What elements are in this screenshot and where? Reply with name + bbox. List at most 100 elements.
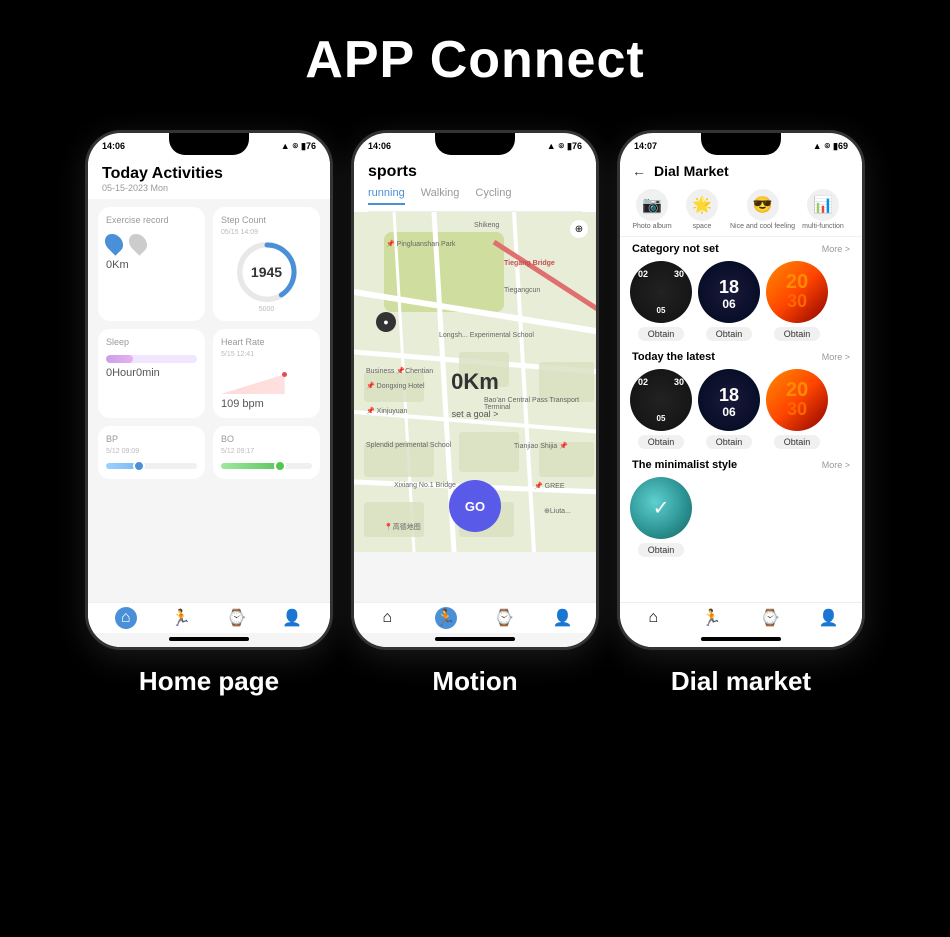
space-label: space <box>693 223 712 230</box>
obtain-btn-1-2[interactable]: Obtain <box>706 327 753 341</box>
home-nav: ⌂ 🏃 ⌚ 👤 <box>88 602 330 633</box>
label-dongxing: 📌 Dongxing Hotel <box>366 382 425 390</box>
status-time-motion: 14:06 <box>368 141 391 151</box>
phones-row: 14:06 ▲ ⌾ ▮76 Today Activities 05-15-202… <box>85 130 865 697</box>
tab-cycling[interactable]: Cycling <box>475 187 511 205</box>
map-distance: 0Km <box>451 369 499 395</box>
step-circle: 1945 <box>237 242 297 302</box>
label-business: Business 📌Chentian <box>366 367 433 375</box>
tab-running[interactable]: running <box>368 187 405 205</box>
bp-bar-container <box>106 463 197 469</box>
bo-bar <box>221 463 276 469</box>
more-2[interactable]: More > <box>822 352 850 362</box>
obtain-btn-1-1[interactable]: Obtain <box>638 327 685 341</box>
status-icons-home: ▲ ⌾ ▮76 <box>281 141 316 152</box>
motion-nav-watch[interactable]: ⌚ <box>493 607 515 629</box>
wf-30d-text: 30 <box>787 399 807 420</box>
wf-18-text: 18 <box>719 277 739 298</box>
obtain-btn-1-3[interactable]: Obtain <box>774 327 821 341</box>
phone-home-content: Today Activities 05-15-2023 Mon Exercise… <box>88 155 330 647</box>
motion-home-bar <box>435 637 515 641</box>
map-goal: set a goal > <box>452 409 499 419</box>
tab-walking[interactable]: Walking <box>421 187 460 205</box>
wf-30c-text: 30 <box>674 377 684 387</box>
marker-icon: ● <box>383 317 388 327</box>
label-shikeng: Shikeng <box>474 222 499 229</box>
watches-row-2: 02 30 05 Obtain 18 06 Obtain <box>620 365 862 453</box>
cool-label: Nice and cool feeling <box>730 223 795 230</box>
nav-watch-icon[interactable]: ⌚ <box>226 607 248 629</box>
cool-icon: 😎 <box>747 189 779 221</box>
dial-nav-home[interactable]: ⌂ <box>642 607 664 629</box>
bp-card: BP 5/12 09:09 <box>98 426 205 479</box>
more-1[interactable]: More > <box>822 244 850 254</box>
nav-home-icon[interactable]: ⌂ <box>115 607 137 629</box>
sleep-bar-container <box>106 355 197 363</box>
watch-face-teal[interactable]: ✓ <box>630 477 692 539</box>
home-date: 05-15-2023 Mon <box>102 183 316 193</box>
status-icons-motion: ▲ ⌾ ▮76 <box>547 141 582 152</box>
home-title: Today Activities <box>102 165 316 183</box>
section-minimalist: The minimalist style More > <box>620 453 862 473</box>
dial-cat-space[interactable]: 🌟 space <box>680 189 724 230</box>
hr-chart <box>221 364 312 394</box>
bo-sub: 5/12 09:17 <box>221 448 312 455</box>
watch-face-dark-2[interactable]: 02 30 05 <box>630 369 692 431</box>
phone-dial-wrapper: 14:07 ▲ ⌾ ▮69 ← Dial Market 📷 <box>617 130 865 697</box>
dial-home-bar <box>701 637 781 641</box>
obtain-btn-2-2[interactable]: Obtain <box>706 435 753 449</box>
phone-motion-content: sports running Walking Cycling <box>354 155 596 647</box>
motion-header: sports running Walking Cycling <box>354 155 596 212</box>
nav-profile-icon[interactable]: 👤 <box>281 607 303 629</box>
dial-inner: ← Dial Market 📷 Photo album 🌟 space <box>620 155 862 647</box>
watch-face-orange-2[interactable]: 20 30 <box>766 369 828 431</box>
label-park: 📌 Pingluanshan Park <box>386 240 455 248</box>
status-time-home: 14:06 <box>102 141 125 151</box>
hr-dot <box>282 372 287 377</box>
watches-row-1: 02 30 05 Obtain 18 06 Obtain <box>620 257 862 345</box>
photo-album-label: Photo album <box>632 223 671 230</box>
watch-face-dark-1[interactable]: 02 30 05 <box>630 261 692 323</box>
go-button[interactable]: GO <box>449 480 501 532</box>
motion-nav-run[interactable]: 🏃 <box>435 607 457 629</box>
wf-02b-text: 02 <box>638 377 648 387</box>
wf-check-icon: ✓ <box>653 496 670 521</box>
label-xixiang: Xixiang No.1 Bridge <box>394 482 456 489</box>
dial-nav-run[interactable]: 🏃 <box>701 607 723 629</box>
dial-header: ← Dial Market <box>620 155 862 183</box>
obtain-btn-2-3[interactable]: Obtain <box>774 435 821 449</box>
loc-icon-blue <box>101 230 126 255</box>
hr-value: 109 bpm <box>221 398 312 410</box>
dial-cat-cool[interactable]: 😎 Nice and cool feeling <box>730 189 795 230</box>
nav-activity-icon[interactable]: 🏃 <box>170 607 192 629</box>
hr-sub: 5/15 12:41 <box>221 351 312 358</box>
dial-cat-multi[interactable]: 📊 multi-function <box>801 189 845 230</box>
section-latest: Today the latest More > <box>620 345 862 365</box>
dial-cat-photo[interactable]: 📷 Photo album <box>630 189 674 230</box>
watch-2-3: 20 30 Obtain <box>766 369 828 449</box>
wifi-icon-m: ⌾ <box>559 141 564 152</box>
watch-face-blue-2[interactable]: 18 06 <box>698 369 760 431</box>
motion-nav-home[interactable]: ⌂ <box>376 607 398 629</box>
more-3[interactable]: More > <box>822 460 850 470</box>
bp-sub: 5/12 09:09 <box>106 448 197 455</box>
motion-nav-profile[interactable]: 👤 <box>552 607 574 629</box>
step-sub: 05/15 14:09 <box>221 229 312 236</box>
wf-06-text: 06 <box>722 297 735 311</box>
step-goal: 5000 <box>221 306 312 313</box>
step-progress-svg <box>237 242 297 302</box>
dial-nav-profile[interactable]: 👤 <box>818 607 840 629</box>
obtain-btn-3-1[interactable]: Obtain <box>638 543 685 557</box>
watch-face-blue-1[interactable]: 18 06 <box>698 261 760 323</box>
bo-card: BO 5/12 09:17 <box>213 426 320 479</box>
phone-motion-wrapper: 14:06 ▲ ⌾ ▮76 sports running Walking Cyc… <box>351 130 599 697</box>
sleep-card: Sleep 0Hour0min <box>98 329 205 418</box>
watch-face-orange-1[interactable]: 20 30 <box>766 261 828 323</box>
dial-nav-watch[interactable]: ⌚ <box>759 607 781 629</box>
section-category: Category not set More > <box>620 237 862 257</box>
obtain-btn-2-1[interactable]: Obtain <box>638 435 685 449</box>
motion-nav: ⌂ 🏃 ⌚ 👤 <box>354 602 596 633</box>
bo-bar-container <box>221 463 312 469</box>
phone-home-status: 14:06 ▲ ⌾ ▮76 <box>88 133 330 155</box>
dial-back-btn[interactable]: ← <box>632 163 646 179</box>
